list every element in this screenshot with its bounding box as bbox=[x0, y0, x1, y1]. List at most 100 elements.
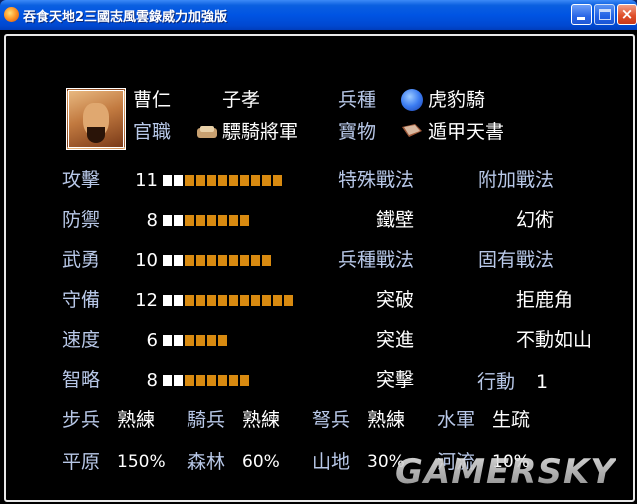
stat-bar-segment bbox=[196, 335, 205, 346]
stat-bar-segment bbox=[218, 255, 227, 266]
rank-value: 驃騎將軍 bbox=[222, 121, 299, 143]
action-label: 行動 bbox=[477, 371, 516, 393]
stat-bar-segment bbox=[251, 295, 260, 306]
terrain-value: 150% bbox=[117, 452, 166, 472]
stat-bar-segment bbox=[218, 175, 227, 186]
stat-bar-segment bbox=[284, 295, 293, 306]
stat-bar-segment bbox=[185, 215, 194, 226]
rank-label: 官職 bbox=[133, 121, 172, 143]
stat-bar-segment bbox=[240, 175, 249, 186]
stat-bar-segment bbox=[163, 175, 172, 186]
stat-bar-segment bbox=[207, 215, 216, 226]
stat-bar-segment bbox=[218, 375, 227, 386]
proficiency-label: 弩兵 bbox=[312, 409, 351, 431]
stat-bar-segment bbox=[240, 295, 249, 306]
stat-bar-segment bbox=[185, 335, 194, 346]
seal-icon bbox=[197, 126, 217, 138]
cavalry-unit-icon bbox=[401, 89, 423, 111]
stat-bar-segment bbox=[185, 375, 194, 386]
stat-bar-segment bbox=[229, 255, 238, 266]
stat-bar-segment bbox=[163, 375, 172, 386]
stat-value: 12 bbox=[135, 290, 158, 311]
stat-label: 攻擊 bbox=[62, 169, 101, 191]
stat-bar-segment bbox=[196, 295, 205, 306]
stat-bar-segment bbox=[185, 255, 194, 266]
stat-bar-segment bbox=[207, 295, 216, 306]
watermark-logo: GAMERSKY bbox=[395, 452, 616, 492]
extra-tactic-label: 附加戰法 bbox=[478, 169, 555, 191]
stat-bar-segment bbox=[207, 255, 216, 266]
stat-bar-segment bbox=[262, 175, 271, 186]
stat-bar-segment bbox=[196, 215, 205, 226]
stat-bar-segment bbox=[229, 375, 238, 386]
innate-tactic-item: 拒鹿角 bbox=[516, 289, 574, 311]
stat-label: 武勇 bbox=[62, 249, 101, 271]
stat-bar-segment bbox=[207, 375, 216, 386]
stat-bar-segment bbox=[273, 175, 282, 186]
stat-bar-segment bbox=[163, 255, 172, 266]
stat-bar bbox=[163, 255, 271, 267]
stat-bar bbox=[163, 215, 249, 227]
book-icon bbox=[402, 124, 422, 137]
portrait-beard bbox=[87, 127, 105, 143]
proficiency-value: 生疏 bbox=[492, 409, 531, 431]
proficiency-label: 水軍 bbox=[437, 409, 476, 431]
stat-bar-segment bbox=[207, 335, 216, 346]
terrain-label: 平原 bbox=[62, 451, 101, 473]
stat-bar bbox=[163, 375, 249, 387]
stat-bar-segment bbox=[273, 295, 282, 306]
stat-bar-segment bbox=[174, 295, 183, 306]
stat-bar-segment bbox=[240, 255, 249, 266]
special-tactic-value: 鐵壁 bbox=[376, 209, 415, 231]
stat-bar-segment bbox=[218, 215, 227, 226]
proficiency-value: 熟練 bbox=[242, 409, 281, 431]
stat-bar-segment bbox=[163, 295, 172, 306]
troop-type-value: 虎豹騎 bbox=[428, 89, 486, 111]
extra-tactic-value: 幻術 bbox=[516, 209, 555, 231]
stat-bar-segment bbox=[229, 295, 238, 306]
stat-bar-segment bbox=[174, 215, 183, 226]
stat-bar-segment bbox=[174, 255, 183, 266]
stat-bar-segment bbox=[174, 375, 183, 386]
innate-tactic-item: 不動如山 bbox=[516, 329, 593, 351]
stat-bar-segment bbox=[262, 295, 271, 306]
stat-bar-segment bbox=[229, 215, 238, 226]
stat-label: 守備 bbox=[62, 289, 101, 311]
stat-value: 10 bbox=[135, 250, 158, 271]
stat-bar bbox=[163, 295, 293, 307]
stat-value: 8 bbox=[146, 210, 158, 231]
stat-bar bbox=[163, 335, 227, 347]
courtesy-name: 子孝 bbox=[222, 89, 261, 111]
treasure-label: 寶物 bbox=[338, 121, 377, 143]
stat-bar bbox=[163, 175, 282, 187]
stat-bar-segment bbox=[229, 175, 238, 186]
stat-bar-segment bbox=[163, 335, 172, 346]
troop-tactic-item: 突破 bbox=[376, 289, 415, 311]
stat-bar-segment bbox=[240, 215, 249, 226]
troop-type-label: 兵種 bbox=[338, 89, 377, 111]
stat-bar-segment bbox=[196, 255, 205, 266]
stat-bar-segment bbox=[251, 255, 260, 266]
stat-bar-segment bbox=[218, 295, 227, 306]
terrain-value: 60% bbox=[242, 452, 280, 472]
troop-tactic-item: 突擊 bbox=[376, 369, 415, 391]
proficiency-value: 熟練 bbox=[367, 409, 406, 431]
stat-label: 智略 bbox=[62, 369, 101, 391]
troop-tactic-label: 兵種戰法 bbox=[338, 249, 415, 271]
stat-bar-segment bbox=[207, 175, 216, 186]
terrain-label: 森林 bbox=[187, 451, 226, 473]
stat-value: 11 bbox=[135, 170, 158, 191]
stat-bar-segment bbox=[163, 215, 172, 226]
stat-bar-segment bbox=[196, 175, 205, 186]
proficiency-label: 騎兵 bbox=[187, 409, 226, 431]
treasure-value: 遁甲天書 bbox=[428, 121, 505, 143]
general-portrait bbox=[66, 88, 126, 150]
stat-bar-segment bbox=[185, 175, 194, 186]
stat-bar-segment bbox=[174, 175, 183, 186]
stat-bar-segment bbox=[240, 375, 249, 386]
terrain-label: 山地 bbox=[312, 451, 351, 473]
troop-tactic-item: 突進 bbox=[376, 329, 415, 351]
innate-tactic-label: 固有戰法 bbox=[478, 249, 555, 271]
stat-label: 防禦 bbox=[62, 209, 101, 231]
stat-bar-segment bbox=[262, 255, 271, 266]
